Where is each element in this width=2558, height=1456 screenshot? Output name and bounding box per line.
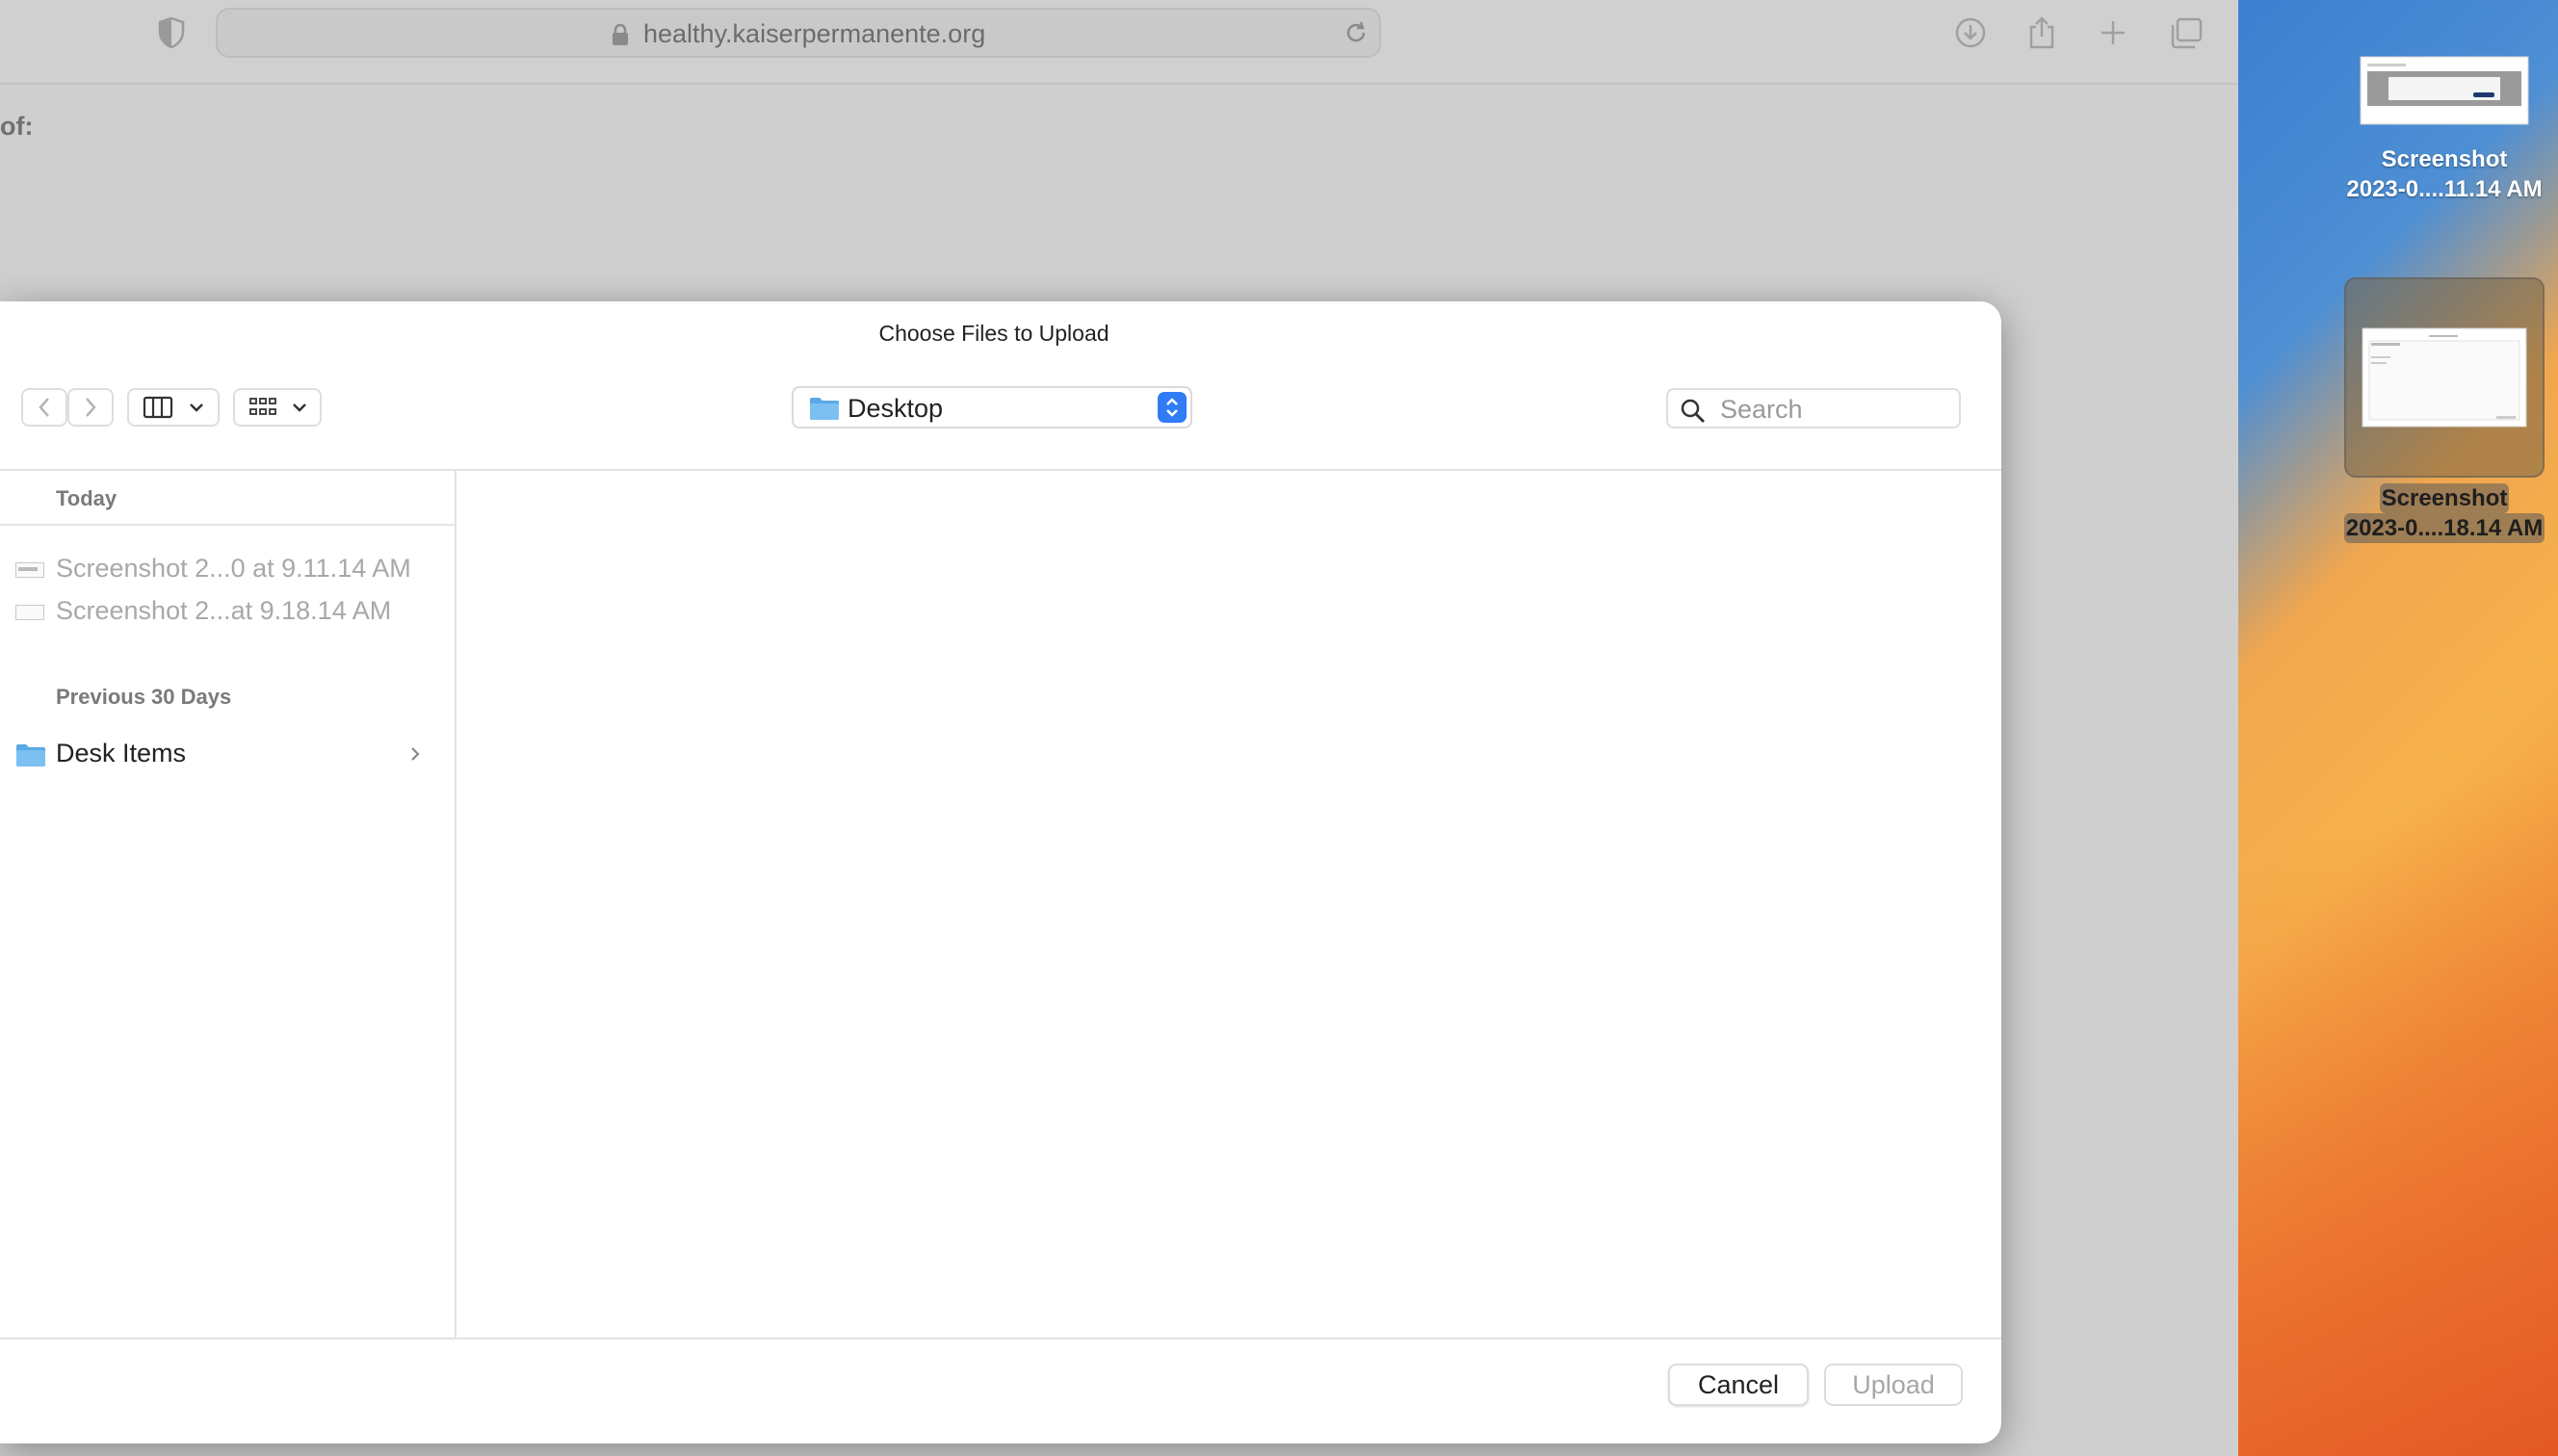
- desktop-file-label-line1: Screenshot: [2379, 483, 2510, 513]
- reload-icon[interactable]: [1343, 19, 1370, 51]
- section-divider: [0, 524, 455, 526]
- address-bar[interactable]: healthy.kaiserpermanente.org: [216, 8, 1381, 58]
- desktop-file-item[interactable]: Screenshot 2023-0....11.14 AM: [2329, 56, 2558, 204]
- file-list-pane: Today Screenshot 2...0 at 9.11.14 AM Scr…: [0, 471, 457, 1338]
- chevron-right-icon: [408, 744, 422, 768]
- search-icon: [1680, 398, 1707, 429]
- chevron-left-icon: [39, 398, 49, 417]
- group-view-button[interactable]: [233, 388, 322, 427]
- share-icon[interactable]: [2023, 13, 2061, 52]
- new-tab-icon[interactable]: [2094, 13, 2132, 52]
- lock-icon: [611, 23, 630, 51]
- search-field[interactable]: [1666, 388, 1961, 429]
- file-row[interactable]: Screenshot 2...0 at 9.11.14 AM: [0, 550, 453, 590]
- folder-row-desk-items[interactable]: Desk Items: [0, 735, 453, 775]
- privacy-shield-icon[interactable]: [152, 13, 191, 52]
- desktop-file-label-line1: Screenshot: [2381, 146, 2508, 172]
- page-partial-text: of:: [0, 112, 34, 141]
- desktop-wallpaper: [2238, 0, 2558, 1456]
- back-button[interactable]: [21, 388, 67, 427]
- file-name: Screenshot 2...at 9.18.14 AM: [56, 596, 392, 625]
- chevron-right-icon: [86, 398, 96, 417]
- upload-button[interactable]: Upload: [1824, 1364, 1963, 1406]
- footer-divider: [0, 1338, 2001, 1339]
- desktop-file-label-line2: 2023-0....11.14 AM: [2346, 176, 2543, 202]
- desktop-file-label-selected: Screenshot 2023-0....18.14 AM: [2329, 483, 2558, 543]
- chevron-down-icon: [190, 403, 203, 412]
- folder-name: Desk Items: [56, 739, 187, 767]
- file-thumbnail-selected: [2344, 277, 2545, 478]
- file-row[interactable]: Screenshot 2...at 9.18.14 AM: [0, 592, 453, 633]
- section-header-previous-30-days: Previous 30 Days: [56, 685, 232, 709]
- desktop-file-label-line2: 2023-0....18.14 AM: [2343, 513, 2545, 543]
- tab-overview-icon[interactable]: [2167, 13, 2206, 52]
- columns-icon: [143, 396, 173, 419]
- desktop-file-item-selected[interactable]: Screenshot 2023-0....18.14 AM: [2329, 277, 2558, 543]
- dialog-title: Choose Files to Upload: [878, 321, 1109, 346]
- location-label: Desktop: [848, 394, 944, 423]
- search-input[interactable]: [1718, 394, 1953, 425]
- file-upload-dialog: Choose Files to Upload Desktop Search To…: [0, 301, 2001, 1443]
- folder-icon: [809, 396, 840, 426]
- location-popup-button[interactable]: Desktop: [792, 386, 1192, 429]
- section-header-today: Today: [56, 486, 117, 510]
- file-thumbnail: [2360, 56, 2529, 125]
- url-text: healthy.kaiserpermanente.org: [643, 19, 986, 48]
- folder-icon: [15, 742, 46, 772]
- forward-button[interactable]: [67, 388, 114, 427]
- chevron-down-icon: [292, 403, 306, 412]
- desktop-file-label: Screenshot 2023-0....11.14 AM: [2329, 144, 2558, 204]
- grid-icon: [248, 398, 276, 415]
- downloads-icon[interactable]: [1951, 13, 1990, 52]
- browser-toolbar: healthy.kaiserpermanente.org: [0, 0, 2238, 85]
- up-down-chevron-icon: [1158, 392, 1187, 423]
- image-file-icon: [15, 605, 44, 620]
- image-file-icon: [15, 562, 44, 578]
- cancel-button[interactable]: Cancel: [1668, 1364, 1809, 1406]
- file-name: Screenshot 2...0 at 9.11.14 AM: [56, 554, 411, 583]
- column-view-button[interactable]: [127, 388, 220, 427]
